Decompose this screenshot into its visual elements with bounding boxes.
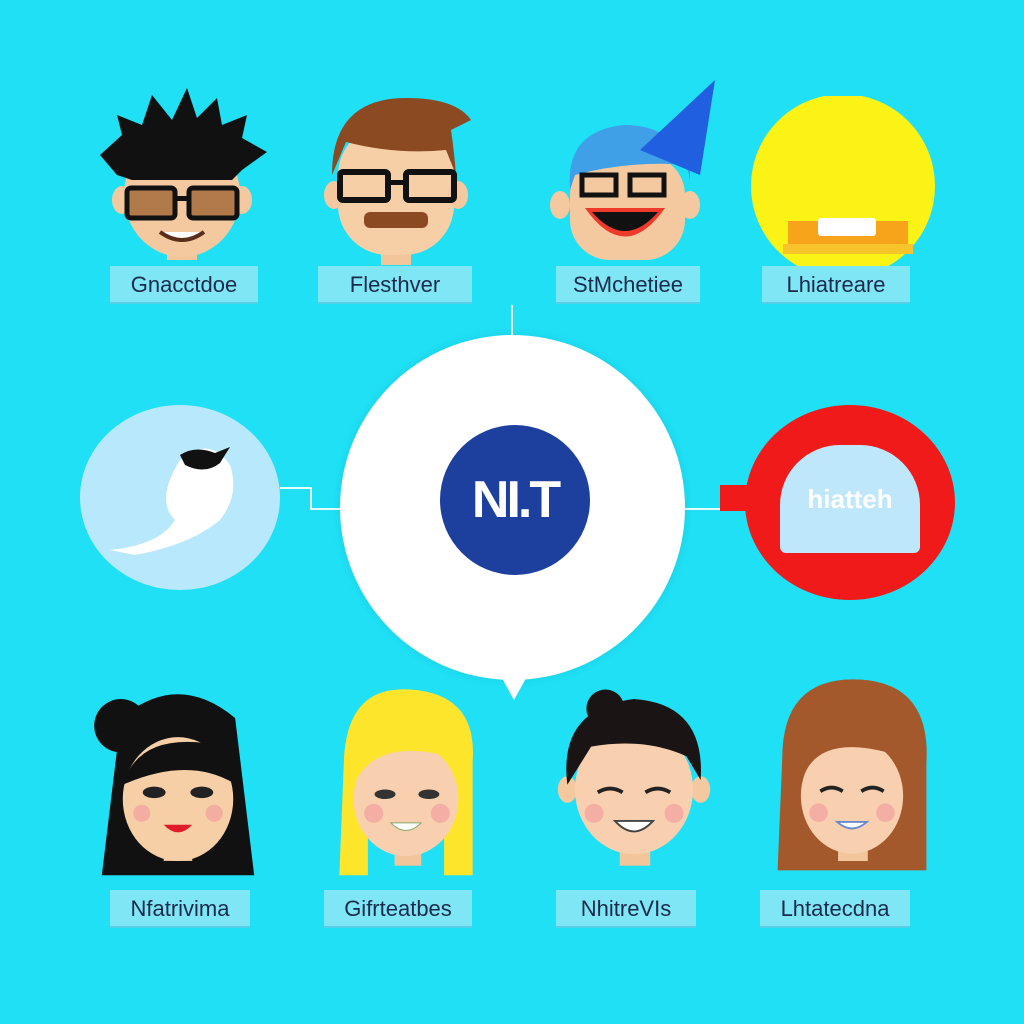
avatar-brown-hair-woman[interactable]	[752, 675, 952, 875]
person-name-label: Nfatrivima	[110, 890, 250, 928]
avatar-blue-hair-party-hat-man[interactable]	[530, 80, 730, 280]
avatar-black-hair-woman[interactable]	[78, 680, 278, 880]
blue-hair-party-hat-man-icon	[550, 80, 715, 260]
person-name-label: Lhiatreare	[762, 266, 910, 304]
person-name-label: StMchetiee	[556, 266, 700, 304]
blonde-woman-icon	[339, 689, 473, 876]
side-right-card: hiatteh	[780, 445, 920, 553]
person-name-label: NhitreVIs	[556, 890, 696, 928]
brown-hair-glasses-mustache-man-icon	[324, 98, 471, 265]
connector-right-tab	[720, 485, 748, 511]
avatar-dark-hair-man[interactable]	[534, 680, 734, 880]
connector-left	[280, 487, 310, 489]
brown-hair-woman-icon	[777, 679, 927, 871]
spiky-hair-glasses-man-icon	[100, 88, 267, 260]
bird-icon	[110, 447, 234, 555]
connector-left-step	[310, 487, 312, 509]
hub-logo[interactable]: NI.T	[440, 425, 590, 575]
avatar-brown-hair-glasses-man[interactable]	[296, 80, 496, 280]
connector-left-end	[310, 508, 340, 510]
avatar-blonde-woman[interactable]	[306, 680, 506, 880]
person-name-label: Gnacctdoe	[110, 266, 258, 304]
dark-hair-man-icon	[557, 689, 711, 866]
person-name-label: Gifrteatbes	[324, 890, 472, 928]
bird-circle[interactable]	[80, 405, 280, 590]
black-hair-woman-icon	[94, 694, 255, 876]
avatar-spiky-hair-glasses-man[interactable]	[82, 80, 282, 280]
person-name-label: Lhtatecdna	[760, 890, 910, 928]
connector-top	[511, 305, 513, 335]
person-name-label: Flesthver	[318, 266, 472, 304]
